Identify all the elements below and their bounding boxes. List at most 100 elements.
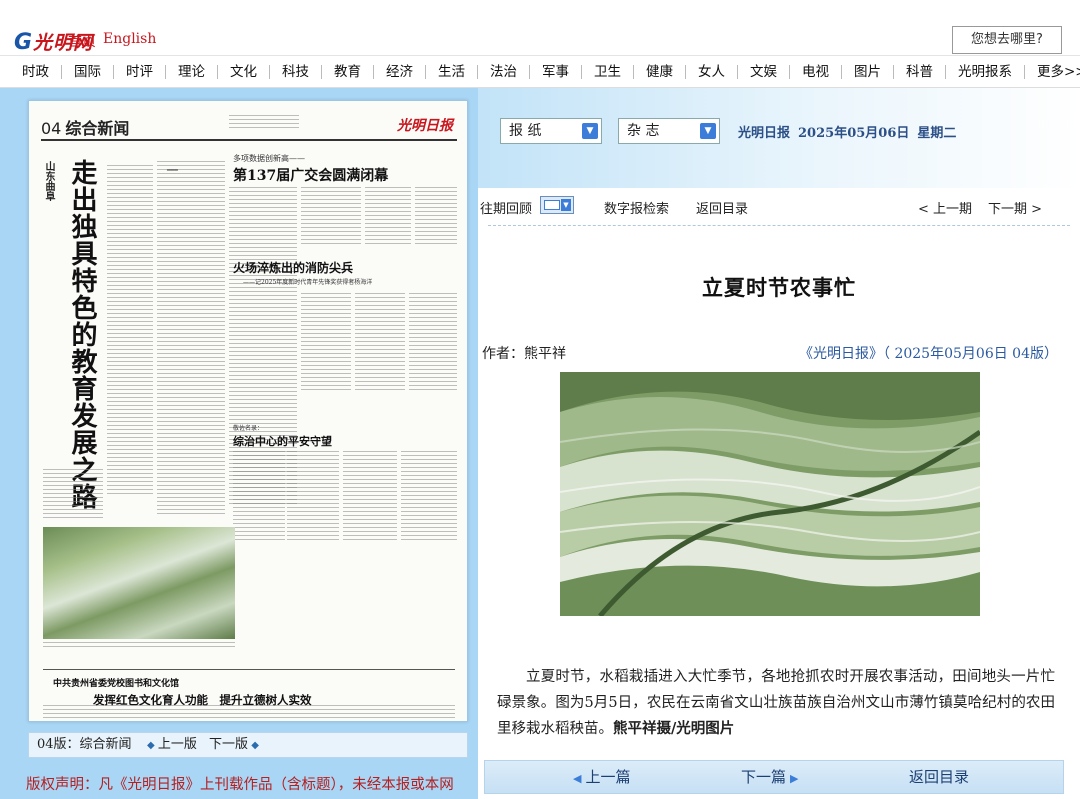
english-link[interactable]: English [103,31,156,47]
calendar-picker-button[interactable]: ▼ [540,196,574,214]
article4-title[interactable]: 综治中心的平安守望 [233,433,332,449]
article2-pretitle: 多项数据创新高—— [233,154,305,163]
calendar-icon [544,200,560,210]
nav-item-9[interactable]: 法治 [478,64,530,79]
article-title: 立夏时节农事忙 [702,275,856,300]
nav-item-17[interactable]: 科普 [894,64,946,79]
prev-page-button[interactable]: ◆ 上一版 [147,733,197,758]
text-block [43,705,455,721]
prev-issue-link[interactable]: < 上一期 [918,198,972,217]
search-input[interactable]: 您想去哪里? [952,26,1062,54]
article4-pretitle: 敬佐名录： [233,425,264,432]
next-page-button[interactable]: 下一版 ◆ [209,733,259,758]
nav-item-16[interactable]: 图片 [842,64,894,79]
nav-item-10[interactable]: 军事 [530,64,582,79]
article-bottom-nav: ◀ 上一篇 下一篇 ▶ 返回目录 [484,760,1064,794]
nav-item-0[interactable]: 时政 [10,64,62,79]
newspaper-page-image[interactable]: 04 综合新闻 光明日报 山东曲阜 走出独具特色的教育发展之路 ━━━ 多项数据创… [28,100,468,722]
nav-item-1[interactable]: 国际 [62,64,114,79]
top-bar: G光明网 首页 English 您想去哪里? [0,0,1080,56]
nav-item-11[interactable]: 卫生 [582,64,634,79]
nav-item-6[interactable]: 教育 [322,64,374,79]
copyright-notice: 版权声明：凡《光明日报》上刊载作品（含标题），未经本报或本网 [26,777,454,793]
digital-search-link[interactable]: 数字报检索 [604,198,669,217]
article3-subtitle: ——记2025年度新时代青年先锋奖获得者杨海洋 [243,279,373,286]
paper-page-title: 04 综合新闻 [41,115,129,139]
chevron-down-icon: ▼ [700,123,716,139]
magazine-select[interactable]: 杂 志 ▼ [618,118,720,144]
nav-item-2[interactable]: 时评 [114,64,166,79]
main-nav: 时政 国际 时评 理论 文化 科技 教育 经济 生活 法治 军事 卫生 健康 女人 文娱 电视 图片 科普 光明报系… [0,56,1080,88]
text-block [43,469,103,521]
prev-page-label: 上一版 [157,737,197,752]
article-photo[interactable] [560,372,980,616]
article-body: 立夏时节，水稻栽插进入大忙季节，各地抢抓农时开展农事活动，田间地头一片忙碌景象。… [497,664,1055,742]
text-block [343,451,397,543]
article-body-text: 立夏时节，水稻栽插进入大忙季节，各地抢抓农时开展农事活动，田间地头一片忙碌景象。… [497,669,1055,737]
text-block [229,115,299,131]
paper-pane-footer: 04版：综合新闻 ◆ 上一版 下一版 ◆ [28,732,468,758]
lead-article-title[interactable]: 走出独具特色的教育发展之路 [65,159,99,510]
issue-weekday: 星期二 [917,126,957,141]
nav-item-13[interactable]: 女人 [686,64,738,79]
nav-item-7[interactable]: 经济 [374,64,426,79]
paper-page-name: 综合新闻 [65,119,130,138]
next-article-icon: ▶ [790,772,799,785]
paper-news-photo[interactable] [43,527,235,639]
paper-page-number: 04 [41,119,62,138]
edition-controls: 报 纸 ▼ 杂 志 ▼ 光明日报 2025年05月06日 星期二 [478,88,1080,188]
nav-item-4[interactable]: 文化 [218,64,270,79]
article-author: 作者：熊平祥 [482,346,566,362]
nav-item-15[interactable]: 电视 [790,64,842,79]
text-block [301,187,361,245]
text-block [355,293,405,393]
text-block [157,161,225,517]
article2-title[interactable]: 第137届广交会圆满闭幕 [233,165,388,185]
current-edition-label: 04版：综合新闻 [37,737,132,752]
issue-info: 光明日报 2025年05月06日 星期二 [738,122,964,141]
nav-item-18[interactable]: 光明报系 [946,64,1025,79]
nav-item-19[interactable]: 更多>> [1025,65,1080,79]
text-block [233,451,285,543]
text-block [107,165,153,495]
next-page-label: 下一版 [209,737,249,752]
prev-article-label: 上一篇 [585,768,631,786]
next-article-button[interactable]: 下一篇 ▶ [741,761,802,795]
back-to-index-button[interactable]: 返回目录 [909,761,969,793]
terraced-fields-illustration [560,372,980,616]
text-block [415,187,457,245]
prev-article-button[interactable]: ◀ 上一篇 [573,761,630,795]
nav-item-8[interactable]: 生活 [426,64,478,79]
text-block [365,187,411,245]
section-heading: ━━━ [167,167,178,174]
issue-date: 2025年05月06日 [798,126,910,141]
home-link[interactable]: 首页 [68,31,96,51]
text-block [409,293,457,393]
article3-title[interactable]: 火场淬炼出的消防尖兵 [233,259,353,276]
chevron-down-icon: ▼ [582,123,598,139]
photo-caption [43,642,235,650]
newspaper-select[interactable]: 报 纸 ▼ [500,118,602,144]
nav-item-12[interactable]: 健康 [634,64,686,79]
text-block [301,293,351,393]
back-to-index-link[interactable]: 返回目录 [696,198,748,217]
text-block [401,451,457,543]
chevron-down-icon: ▼ [561,199,571,211]
paper-name: 光明日报 [738,126,791,141]
prev-page-arrow-icon: ◆ [147,740,158,751]
nav-item-3[interactable]: 理论 [166,64,218,79]
newspaper-select-value: 报 纸 [509,123,542,139]
toolbar-divider [488,225,1070,226]
next-issue-link[interactable]: 下一期 > [988,198,1042,217]
photo-credit: 熊平祥摄/光明图片 [613,720,735,737]
nav-item-5[interactable]: 科技 [270,64,322,79]
next-page-arrow-icon: ◆ [248,740,259,751]
magazine-select-value: 杂 志 [627,123,660,139]
text-block [287,451,339,543]
bottom-article-kicker: 中共贵州省委党校图书和文化馆 [53,679,180,689]
issue-toolbar: 往期回顾 ▼ 数字报检索 返回目录 < 上一期 下一期 > [478,192,1080,220]
paper-masthead: 光明日报 [397,118,453,134]
prev-article-icon: ◀ [573,772,582,785]
nav-item-14[interactable]: 文娱 [738,64,790,79]
back-issue-link[interactable]: 往期回顾 [480,198,532,217]
